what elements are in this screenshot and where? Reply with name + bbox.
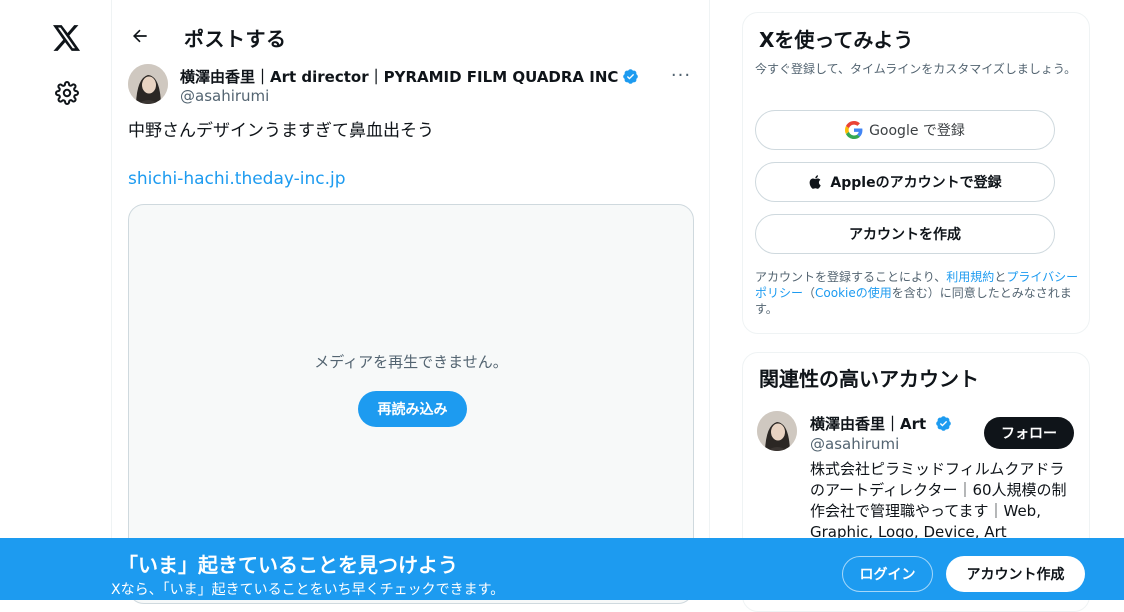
create-account-label: アカウントを作成 [849, 227, 961, 243]
main-column: ポストする 横澤由香里｜Art director｜PYRAMID FILM QU… [111, 0, 710, 604]
related-title: 関連性の高いアカウント [759, 367, 979, 391]
x-logo-svg [53, 25, 81, 51]
settings-gear-icon[interactable] [44, 70, 90, 116]
media-error-text: メディアを再生できません。 [314, 353, 508, 371]
related-avatar[interactable] [757, 411, 797, 451]
apple-signup-button[interactable]: Appleのアカウントで登録 [755, 162, 1055, 202]
signup-title: Xを使ってみよう [759, 28, 914, 52]
more-options-icon[interactable]: ··· [664, 64, 698, 86]
author-name-text: 横澤由香里｜Art director｜PYRAMID FILM QUADRA I… [180, 68, 619, 86]
x-logo-icon[interactable] [44, 15, 90, 61]
signup-subtitle: 今すぐ登録して、タイムラインをカスタマイズしましょう。 [755, 62, 1077, 76]
signup-banner: 「いま」起きていることを見つけよう Xなら、「いま」起きていることをいち早くチェ… [0, 538, 1124, 600]
terms-prefix: アカウントを登録することにより、 [755, 270, 947, 284]
page-header: ポストする [112, 14, 709, 58]
apple-signup-label: Appleのアカウントで登録 [830, 175, 1002, 191]
terms-link[interactable]: 利用規約 [946, 270, 994, 284]
google-icon [845, 121, 863, 139]
left-nav [0, 0, 112, 600]
tweet-text: 中野さんデザインうますぎて鼻血出そう [128, 121, 434, 141]
create-account-button[interactable]: アカウントを作成 [755, 214, 1055, 254]
back-arrow-icon [133, 29, 147, 43]
google-signup-label: Google で登録 [869, 123, 965, 139]
verified-badge-icon [936, 416, 951, 431]
related-name-text: 横澤由香里｜Art director｜PYRAMID FILM QUADRA I… [810, 415, 931, 433]
tweet-author: 横澤由香里｜Art director｜PYRAMID FILM QUADRA I… [128, 64, 698, 108]
tweet-link[interactable]: shichi-hachi.theday-inc.jp [128, 169, 346, 189]
related-name[interactable]: 横澤由香里｜Art director｜PYRAMID FILM QUADRA I… [810, 413, 952, 434]
login-button[interactable]: ログイン [842, 556, 933, 592]
terms-text: アカウントを登録することにより、利用規約とプライバシーポリシー（Cookieの使… [755, 269, 1085, 317]
signup-card: Xを使ってみよう 今すぐ登録して、タイムラインをカスタマイズしましょう。 Goo… [742, 12, 1090, 334]
cookie-link[interactable]: Cookieの使用 [815, 286, 892, 300]
terms-paren: （ [803, 286, 816, 300]
google-signup-button[interactable]: Google で登録 [755, 110, 1055, 150]
banner-subtitle: Xなら、「いま」起きていることをいち早くチェックできます。 [111, 582, 505, 598]
verified-badge-icon [623, 69, 639, 84]
terms-and: と [994, 270, 1007, 284]
avatar[interactable] [128, 64, 168, 104]
banner-title: 「いま」起きていることを見つけよう [118, 553, 458, 577]
gear-svg [55, 81, 79, 105]
page-title: ポストする [184, 27, 287, 51]
follow-button[interactable]: フォロー [984, 417, 1074, 449]
author-handle: @asahirumi [180, 87, 270, 105]
create-account-banner-button[interactable]: アカウント作成 [946, 556, 1085, 592]
back-button[interactable] [122, 18, 158, 54]
reload-button[interactable]: 再読み込み [358, 391, 467, 427]
apple-icon [810, 175, 822, 189]
related-avatar-photo [757, 411, 797, 451]
avatar-photo [128, 64, 168, 104]
author-name[interactable]: 横澤由香里｜Art director｜PYRAMID FILM QUADRA I… [180, 66, 639, 87]
related-handle: @asahirumi [810, 435, 900, 453]
